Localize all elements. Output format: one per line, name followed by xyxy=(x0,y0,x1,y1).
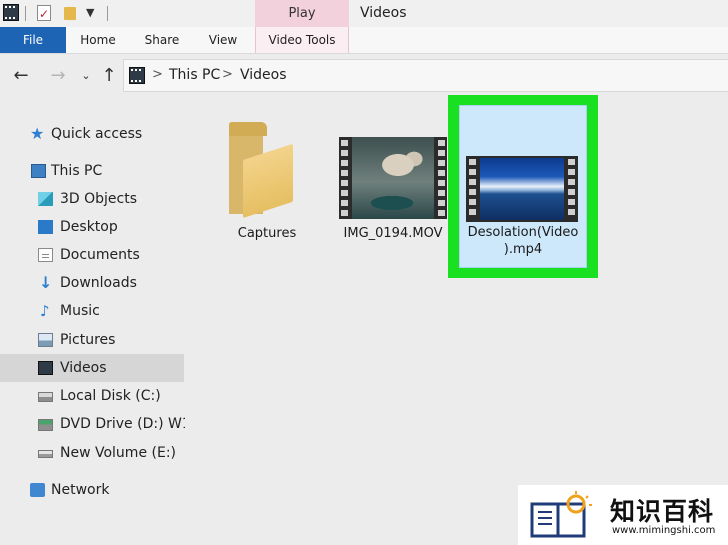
tab-home[interactable]: Home xyxy=(70,27,126,53)
music-note-icon: ♪ xyxy=(40,302,50,320)
tab-view[interactable]: View xyxy=(196,27,250,53)
watermark-url: www.mimingshi.com xyxy=(612,525,716,536)
chevron-down-icon[interactable]: ▼ xyxy=(86,6,94,19)
properties-icon[interactable]: ✓ xyxy=(37,5,51,21)
watermark-title: 知识百科 xyxy=(610,497,715,526)
sidebar-item-label: This PC xyxy=(51,163,103,179)
breadcrumb-separator[interactable]: > xyxy=(152,67,163,82)
sidebar-item-desktop[interactable]: Desktop xyxy=(0,213,184,241)
sidebar-item-label: Local Disk (C:) xyxy=(60,388,161,404)
sidebar-item-local-disk[interactable]: Local Disk (C:) xyxy=(0,382,184,410)
breadcrumb-this-pc[interactable]: This PC xyxy=(169,67,220,83)
file-name: IMG_0194.MOV xyxy=(343,226,443,241)
chevron-down-icon[interactable]: ⌄ xyxy=(74,63,98,89)
network-icon xyxy=(30,483,45,497)
film-icon xyxy=(129,67,145,84)
sidebar-item-label: Network xyxy=(51,482,110,498)
picture-icon xyxy=(38,333,53,347)
breadcrumb-videos[interactable]: Videos xyxy=(240,67,287,83)
star-icon: ★ xyxy=(30,124,45,143)
folder-icon xyxy=(229,122,293,218)
hard-disk-icon xyxy=(38,392,53,402)
sidebar-item-label: Quick access xyxy=(51,126,143,142)
video-thumbnail xyxy=(339,137,447,219)
file-name: Desolation(Video ).mp4 xyxy=(459,224,587,258)
forward-arrow-icon[interactable]: → xyxy=(46,63,70,89)
usb-drive-icon xyxy=(38,450,53,458)
video-thumbnail xyxy=(466,156,578,222)
download-arrow-icon: ↓ xyxy=(39,273,53,292)
film-icon[interactable] xyxy=(3,4,19,21)
tab-share[interactable]: Share xyxy=(134,27,190,53)
toolbar-divider xyxy=(25,6,26,21)
breadcrumb-separator[interactable]: > xyxy=(222,67,233,82)
new-folder-icon[interactable] xyxy=(64,7,76,20)
sidebar-item-label: Videos xyxy=(60,360,107,376)
sidebar-item-this-pc[interactable]: This PC xyxy=(0,157,184,185)
sidebar-item-label: Music xyxy=(60,303,100,319)
sidebar-item-videos[interactable]: Videos xyxy=(0,354,184,382)
sidebar-item-pictures[interactable]: Pictures xyxy=(0,326,184,354)
desktop-icon xyxy=(38,220,53,234)
sidebar-item-dvd-drive[interactable]: DVD Drive (D:) W10 xyxy=(0,410,200,438)
sidebar-item-quick-access[interactable]: ★ Quick access xyxy=(0,120,184,148)
sidebar-item-label: 3D Objects xyxy=(60,191,138,207)
back-arrow-icon[interactable]: ← xyxy=(9,63,33,89)
file-name-line-1: Desolation(Video xyxy=(467,225,579,240)
tab-video-tools[interactable]: Video Tools xyxy=(255,27,349,53)
file-item-img-0194[interactable]: IMG_0194.MOV xyxy=(337,116,449,246)
dvd-drive-icon xyxy=(38,419,53,431)
sidebar-item-label: Downloads xyxy=(60,275,137,291)
film-icon xyxy=(38,361,53,375)
sidebar-item-3d-objects[interactable]: 3D Objects xyxy=(0,185,184,213)
up-arrow-icon[interactable]: ↑ xyxy=(97,63,121,89)
computer-icon xyxy=(31,164,46,178)
sidebar-item-new-volume[interactable]: New Volume (E:) xyxy=(0,439,184,467)
document-icon xyxy=(38,248,53,262)
cube-icon xyxy=(38,192,53,206)
toolbar-divider xyxy=(107,6,108,21)
sidebar-item-music[interactable]: ♪ Music xyxy=(0,297,184,325)
sidebar-item-network[interactable]: Network xyxy=(0,476,184,504)
folder-item-captures[interactable]: Captures xyxy=(214,116,320,246)
sidebar-item-label: Pictures xyxy=(60,332,116,348)
sidebar-item-documents[interactable]: Documents xyxy=(0,241,184,269)
sidebar-item-downloads[interactable]: ↓ Downloads xyxy=(0,269,184,297)
file-name-line-2: ).mp4 xyxy=(503,242,543,257)
sidebar-item-label: New Volume (E:) xyxy=(60,445,176,461)
file-name: Captures xyxy=(237,226,297,241)
tab-file[interactable]: File xyxy=(0,27,66,53)
file-item-desolation[interactable]: Desolation(Video ).mp4 xyxy=(448,95,598,278)
contextual-tab-label: Play xyxy=(288,6,316,21)
sidebar-item-label: Documents xyxy=(60,247,140,263)
sidebar-item-label: Desktop xyxy=(60,219,118,235)
window-title: Videos xyxy=(360,5,407,21)
book-lightbulb-logo-icon xyxy=(530,491,592,538)
sidebar-item-label: DVD Drive (D:) W10 xyxy=(60,416,200,432)
